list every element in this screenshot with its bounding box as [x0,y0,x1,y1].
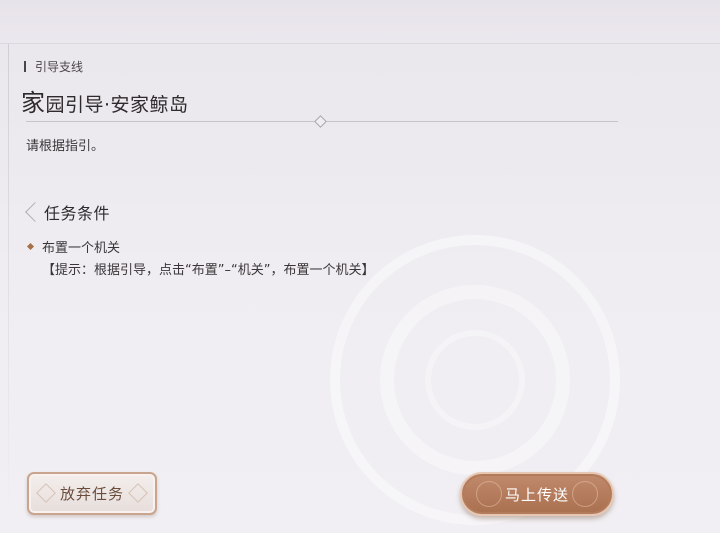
condition-label: 布置一个机关 [42,241,121,256]
category-bar-icon [24,60,26,72]
swirl-right-icon [572,481,598,507]
ornament-left-icon [36,483,56,503]
quest-category: 引导支线 [24,58,83,74]
diamond-bullet-icon [26,242,35,251]
page-title: 家 园引导·安家鲸岛 [21,83,189,118]
abandon-quest-button[interactable]: 放弃任务 [27,472,157,515]
swirl-left-icon [476,481,502,507]
condition-item: 布置一个机关 [26,237,120,256]
quest-description: 请根据指引。 [26,139,105,154]
abandon-quest-label: 放弃任务 [59,485,124,503]
teleport-now-label: 马上传送 [504,485,569,504]
divider-diamond-icon [314,115,327,128]
condition-hint: 【提示：根据引导，点击“布置”–“机关”，布置一个机关】 [42,263,375,278]
top-band [0,0,720,44]
left-rule [8,44,9,514]
title-rest: 园引导·安家鲸岛 [45,94,189,116]
chevron-left-icon [25,202,45,222]
title-first-char: 家 [21,89,46,117]
teleport-now-button[interactable]: 马上传送 [460,472,614,516]
conditions-header: 任务条件 [25,200,111,224]
ornament-right-icon [128,483,148,503]
category-label: 引导支线 [35,59,84,74]
conditions-title: 任务条件 [44,204,111,223]
